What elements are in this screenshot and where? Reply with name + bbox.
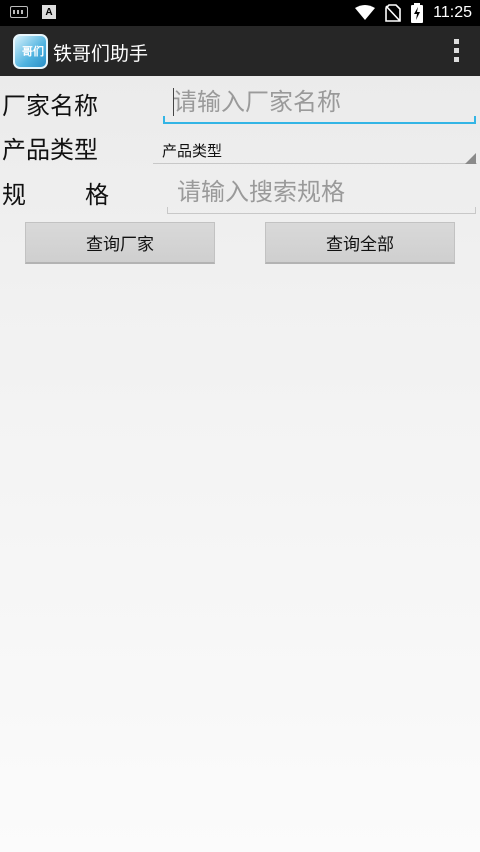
- manufacturer-label: 厂家名称: [2, 92, 98, 120]
- spec-field[interactable]: [167, 170, 476, 214]
- action-bar: 哥们 铁哥们助手: [0, 26, 480, 76]
- status-time: 11:25: [433, 4, 472, 21]
- spinner-arrow-icon: [465, 153, 476, 164]
- app-title: 铁哥们助手: [53, 43, 149, 65]
- product-type-selected: 产品类型: [162, 142, 223, 160]
- wifi-icon: [355, 5, 376, 20]
- spec-input[interactable]: [177, 176, 467, 208]
- product-type-spinner[interactable]: 产品类型: [153, 134, 477, 166]
- notification-a-icon: A: [42, 5, 56, 19]
- manufacturer-field[interactable]: [163, 82, 476, 124]
- spec-label-1: 规: [2, 181, 26, 209]
- product-type-label: 产品类型: [2, 136, 98, 164]
- status-bar: A 11:25: [0, 0, 480, 26]
- no-sim-icon: [385, 4, 401, 22]
- manufacturer-input[interactable]: [173, 86, 463, 118]
- query-manufacturer-button[interactable]: 查询厂家: [25, 222, 215, 264]
- query-all-button[interactable]: 查询全部: [265, 222, 455, 264]
- keyboard-icon: [10, 6, 28, 18]
- overflow-menu-icon[interactable]: [454, 39, 460, 63]
- app-logo-icon[interactable]: 哥们: [13, 34, 48, 69]
- battery-charging-icon: [411, 3, 424, 23]
- spec-label-2: 格: [85, 181, 109, 209]
